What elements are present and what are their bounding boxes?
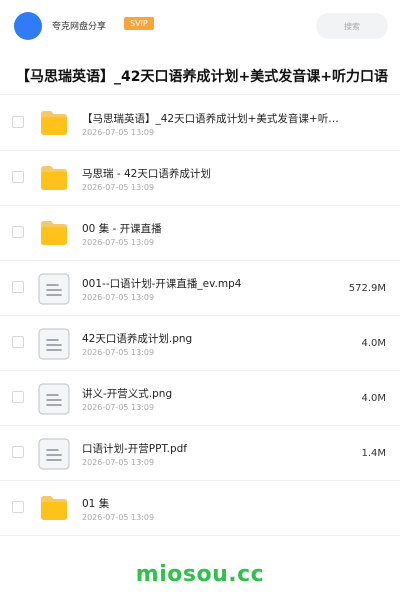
file-name: 42天口语养成计划.png [82, 333, 193, 345]
file-date: 2026-07-05 13:09 [82, 458, 155, 467]
document-icon [38, 328, 70, 360]
file-size: 4.0M [361, 338, 386, 349]
search-placeholder: 搜索 [344, 21, 360, 31]
file-name: 001--口语计划-开课直播_ev.mp4 [82, 278, 242, 290]
svip-badge: SVIP [124, 17, 154, 30]
file-name: 口语计划-开营PPT.pdf [82, 443, 187, 455]
file-name: 【马思瑞英语】_42天口语养成计划+美式发音课+听… [82, 113, 339, 125]
document-icon [38, 273, 70, 305]
file-name: 马思瑞 - 42天口语养成计划 [82, 168, 211, 180]
file-name: 01 集 [82, 498, 110, 510]
list-item[interactable]: 【马思瑞英语】_42天口语养成计划+美式发音课+听… 2026-07-05 13… [0, 96, 400, 151]
file-name: 00 集 - 开课直播 [82, 223, 162, 235]
file-date: 2026-07-05 13:09 [82, 238, 155, 247]
file-size: 1.4M [361, 448, 386, 459]
file-size: 4.0M [361, 393, 386, 404]
row-checkbox[interactable] [12, 336, 24, 348]
row-checkbox[interactable] [12, 391, 24, 403]
list-item[interactable]: 讲义-开营义式.png 2026-07-05 13:09 4.0M [0, 371, 400, 426]
row-checkbox[interactable] [12, 171, 24, 183]
file-list: 【马思瑞英语】_42天口语养成计划+美式发音课+听… 2026-07-05 13… [0, 96, 400, 536]
row-checkbox[interactable] [12, 116, 24, 128]
list-item[interactable]: 口语计划-开营PPT.pdf 2026-07-05 13:09 1.4M [0, 426, 400, 481]
row-checkbox[interactable] [12, 281, 24, 293]
document-icon [38, 438, 70, 470]
row-checkbox[interactable] [12, 446, 24, 458]
folder-icon [41, 496, 67, 520]
watermark-text: miosou.cc [135, 562, 265, 587]
list-item[interactable]: 001--口语计划-开课直播_ev.mp4 2026-07-05 13:09 5… [0, 261, 400, 316]
folder-icon [41, 166, 67, 190]
file-date: 2026-07-05 13:09 [82, 128, 155, 137]
file-date: 2026-07-05 13:09 [82, 293, 155, 302]
title-bar: 【马思瑞英语】_42天口语养成计划+美式发音课+听力口语 [0, 62, 400, 95]
list-item[interactable]: 01 集 2026-07-05 13:09 [0, 481, 400, 536]
list-item[interactable]: 00 集 - 开课直播 2026-07-05 13:09 [0, 206, 400, 261]
list-item[interactable]: 42天口语养成计划.png 2026-07-05 13:09 4.0M [0, 316, 400, 371]
file-date: 2026-07-05 13:09 [82, 348, 155, 357]
header: 夸克网盘分享 SVIP 搜索 [0, 0, 400, 54]
share-page: 夸克网盘分享 SVIP 搜索 【马思瑞英语】_42天口语养成计划+美式发音课+听… [0, 0, 400, 600]
folder-icon [41, 221, 67, 245]
search-input[interactable]: 搜索 [316, 13, 388, 39]
file-date: 2026-07-05 13:09 [82, 403, 155, 412]
file-date: 2026-07-05 13:09 [82, 513, 155, 522]
file-size: 572.9M [348, 283, 386, 294]
document-icon [38, 383, 70, 415]
folder-icon [41, 111, 67, 135]
page-title: 【马思瑞英语】_42天口语养成计划+美式发音课+听力口语 [16, 69, 388, 85]
share-owner-name: 夸克网盘分享 [52, 22, 107, 32]
file-name: 讲义-开营义式.png [82, 388, 173, 400]
list-item[interactable]: 马思瑞 - 42天口语养成计划 2026-07-05 13:09 [0, 151, 400, 206]
row-checkbox[interactable] [12, 226, 24, 238]
row-checkbox[interactable] [12, 501, 24, 513]
avatar[interactable] [14, 12, 42, 40]
file-date: 2026-07-05 13:09 [82, 183, 155, 192]
